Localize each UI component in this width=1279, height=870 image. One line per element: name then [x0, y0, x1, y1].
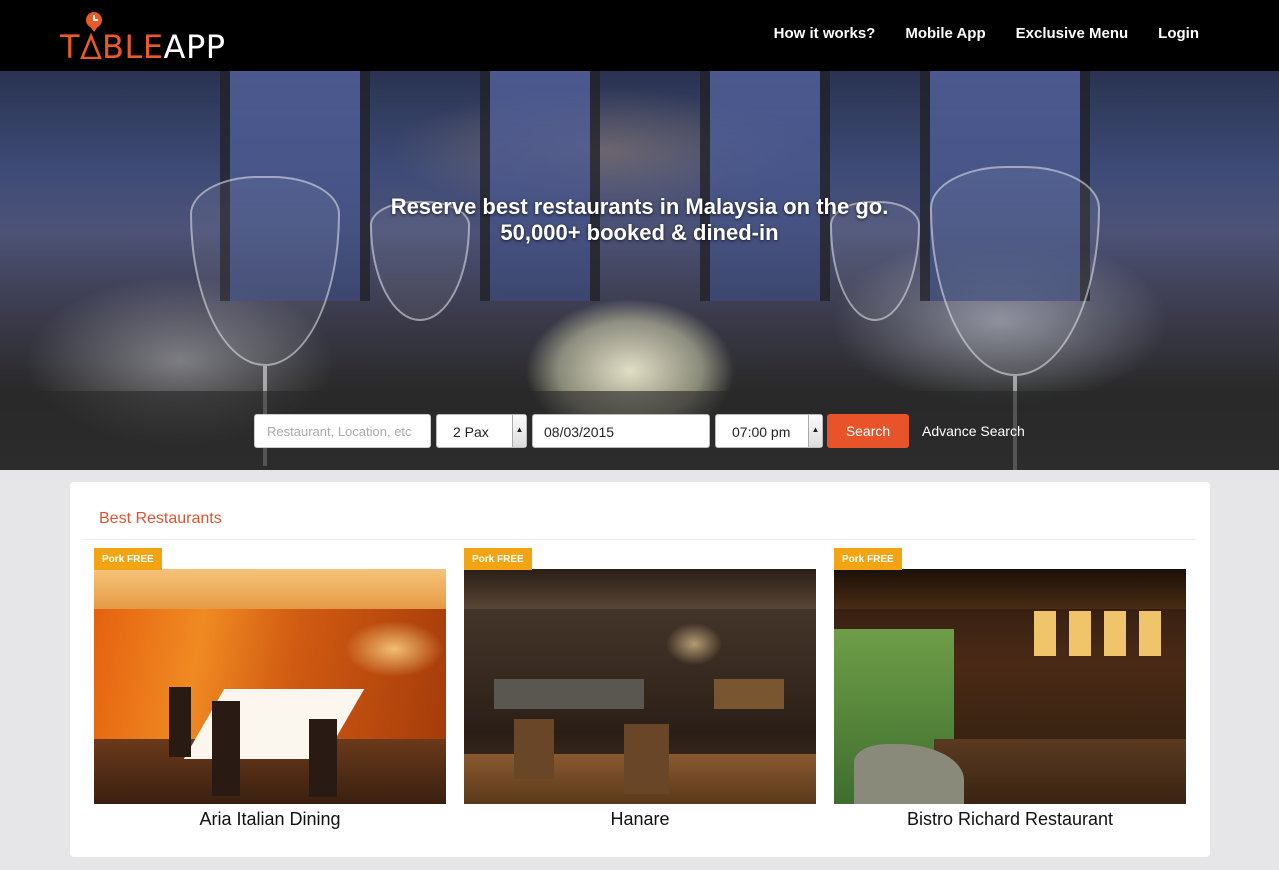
hero-window — [480, 71, 600, 301]
hero-window — [700, 71, 830, 301]
tableapp-logo[interactable]: T BLEAPP — [60, 10, 250, 64]
best-restaurants-panel: Best Restaurants Pork FREE Aria Italian … — [70, 482, 1210, 857]
restaurant-name[interactable]: Aria Italian Dining — [94, 809, 446, 830]
photo-ceiling — [94, 569, 446, 609]
pork-free-badge: Pork FREE — [94, 548, 162, 570]
photo-chair — [212, 701, 240, 796]
time-select-value: 07:00 pm — [732, 424, 791, 440]
top-navbar: T BLEAPP How it works? Mobile App Exclusi… — [0, 0, 1279, 71]
photo-chair — [169, 687, 191, 757]
logo-a-triangle-icon — [80, 31, 102, 60]
restaurant-name[interactable]: Bistro Richard Restaurant — [834, 809, 1186, 830]
photo-window — [1034, 611, 1056, 656]
date-picker-field[interactable]: 08/03/2015 — [532, 414, 710, 448]
logo-wordmark: T BLEAPP — [60, 28, 226, 66]
restaurant-name[interactable]: Hanare — [464, 809, 816, 830]
time-select[interactable]: 07:00 pm ▲ — [715, 414, 823, 448]
section-divider — [82, 539, 1196, 540]
photo-chair — [514, 719, 554, 779]
hero-headline-line1: Reserve best restaurants in Malaysia on … — [390, 194, 889, 219]
section-title: Best Restaurants — [99, 510, 222, 527]
main-nav: How it works? Mobile App Exclusive Menu … — [774, 25, 1199, 42]
pax-select-value: 2 Pax — [453, 424, 489, 440]
hero-headline-line2: 50,000+ booked & dined-in — [500, 220, 779, 245]
pax-select[interactable]: 2 Pax ▲ — [436, 414, 527, 448]
nav-mobile-app[interactable]: Mobile App — [905, 25, 985, 42]
hero-headline: Reserve best restaurants in Malaysia on … — [0, 194, 1279, 246]
photo-roof — [834, 569, 1186, 609]
photo-floor — [934, 739, 1186, 804]
nav-login[interactable]: Login — [1158, 25, 1199, 42]
search-button[interactable]: Search — [827, 414, 909, 448]
photo-chair — [714, 679, 784, 709]
photo-window — [1139, 611, 1161, 656]
select-arrow-icon: ▲ — [808, 415, 822, 447]
search-bar: 2 Pax ▲ 08/03/2015 07:00 pm ▲ Search Adv… — [0, 391, 1279, 470]
photo-window — [1069, 611, 1091, 656]
restaurant-photo[interactable] — [464, 569, 816, 804]
select-arrow-icon: ▲ — [512, 415, 526, 447]
advance-search-link[interactable]: Advance Search — [922, 423, 1025, 439]
date-value: 08/03/2015 — [544, 424, 615, 440]
photo-ceiling — [464, 569, 816, 609]
pork-free-badge: Pork FREE — [464, 548, 532, 570]
photo-chair — [624, 724, 669, 794]
photo-counter — [494, 679, 644, 709]
nav-exclusive-menu[interactable]: Exclusive Menu — [1016, 25, 1129, 42]
photo-chair — [309, 719, 337, 797]
restaurant-search-input[interactable] — [254, 414, 431, 448]
hero-banner: Reserve best restaurants in Malaysia on … — [0, 71, 1279, 470]
pork-free-badge: Pork FREE — [834, 548, 902, 570]
restaurant-photo[interactable] — [834, 569, 1186, 804]
photo-window — [1104, 611, 1126, 656]
restaurant-photo[interactable] — [94, 569, 446, 804]
nav-how-it-works[interactable]: How it works? — [774, 25, 876, 42]
